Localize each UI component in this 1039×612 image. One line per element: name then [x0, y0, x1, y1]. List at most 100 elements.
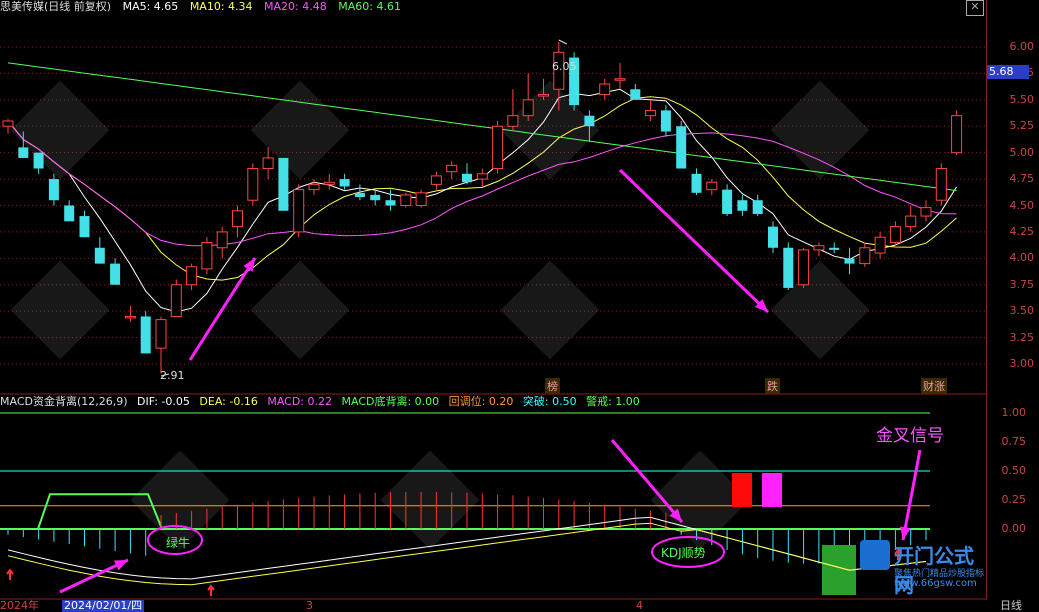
candle-body — [844, 258, 855, 264]
price-tick: 3.00 — [1009, 357, 1035, 370]
watermark-diamond — [770, 80, 870, 180]
tag-bang[interactable]: 榜 — [545, 378, 560, 394]
tag-die[interactable]: 跌 — [765, 378, 780, 394]
candle-body — [370, 194, 381, 201]
macd-tick: 0.50 — [1001, 464, 1027, 477]
watermark-diamond — [10, 80, 110, 180]
candle-body — [79, 216, 90, 238]
candle-body — [752, 200, 763, 214]
candle-body — [33, 152, 44, 169]
price-tick: 5.00 — [1009, 145, 1035, 159]
candle-body — [522, 99, 534, 117]
candle-body — [400, 194, 412, 207]
tag-caizhang[interactable]: 财涨 — [921, 378, 947, 394]
divergence-label: MACD底背离: 0.00 — [341, 395, 440, 408]
candle-body — [64, 205, 75, 222]
candle-body — [94, 247, 105, 264]
macd-tick: 0.00 — [1001, 522, 1027, 535]
green-cow-label: 绿牛 — [166, 536, 191, 550]
candle-body — [476, 173, 488, 180]
candle-body — [492, 125, 504, 170]
macd-name[interactable]: MACD资金背离(12,26,9) — [0, 395, 128, 408]
candle-body — [507, 115, 519, 127]
candle-body — [446, 164, 458, 173]
watermark-diamond — [250, 260, 350, 360]
candle-body — [935, 168, 947, 201]
signal-block-magenta — [762, 473, 782, 507]
candle-body — [354, 192, 365, 198]
price-tick: 3.25 — [1009, 330, 1035, 344]
candle-body — [323, 181, 335, 185]
watermark-diamond — [10, 260, 110, 360]
candle-body — [293, 189, 305, 233]
candle-body — [415, 192, 427, 207]
macd-header: MACD资金背离(12,26,9) DIF: -0.05 DEA: -0.16 … — [0, 395, 986, 409]
candle-body — [278, 157, 289, 211]
high-marker — [558, 39, 568, 45]
price-tick: 4.00 — [1009, 251, 1035, 265]
price-tick: 4.50 — [1009, 198, 1035, 212]
date-march: 3 — [306, 599, 313, 612]
date-year: 2024年 — [0, 599, 39, 612]
candle-body — [124, 315, 136, 319]
candle-body — [920, 207, 932, 217]
period-label[interactable]: 日线 — [1000, 600, 1022, 612]
candle-body — [339, 179, 350, 187]
chart-canvas[interactable] — [0, 0, 986, 600]
candle-body — [110, 263, 121, 285]
macd-value-label: MACD: 0.22 — [267, 395, 332, 408]
macd-tick: 0.75 — [1001, 435, 1027, 448]
kdj-label: KDJ顺势 — [661, 546, 706, 560]
price-tick: 4.75 — [1009, 172, 1035, 186]
candle-body — [155, 319, 167, 349]
price-tick: 4.25 — [1009, 224, 1035, 238]
macd-tick: 0.25 — [1001, 493, 1027, 506]
annotation-arrow-line — [901, 449, 922, 541]
candle-body — [706, 181, 718, 191]
candle-body — [170, 284, 182, 317]
candle-body — [232, 210, 243, 228]
candle-body — [385, 200, 396, 206]
candle-body — [2, 120, 14, 127]
candle-body — [538, 94, 549, 97]
golden-cross-label: 金叉信号 — [876, 426, 944, 446]
candle-body — [308, 183, 320, 191]
buy-arrow-icon — [6, 568, 14, 580]
candle-body — [737, 200, 748, 211]
macd-tick: 1.00 — [1001, 406, 1027, 419]
candle-body — [676, 126, 687, 169]
warning-label: 警戒: 1.00 — [586, 395, 640, 408]
pullback-label: 回调位: 0.20 — [448, 395, 514, 408]
candle-body — [140, 316, 151, 354]
dif-label: DIF: -0.05 — [137, 395, 190, 408]
price-tick: 3.75 — [1009, 277, 1035, 291]
candle-body — [430, 175, 442, 185]
candle-body — [813, 245, 825, 251]
breakout-label: 突破: 0.50 — [522, 395, 577, 408]
candle-body — [584, 115, 595, 127]
annotation-arrow-line — [188, 257, 257, 361]
date-selected[interactable]: 2024/02/01/四 — [62, 600, 145, 612]
price-axis: 6.005.755.505.255.004.754.504.254.003.75… — [986, 0, 1039, 600]
candle-body — [722, 189, 733, 214]
arrow-head-icon — [900, 526, 911, 540]
price-tick: 5.50 — [1009, 92, 1035, 106]
watermark-diamond — [500, 260, 600, 360]
dea-label: DEA: -0.16 — [199, 395, 258, 408]
candle-body — [599, 83, 611, 96]
candle-body — [859, 247, 871, 265]
candle-body — [645, 109, 657, 117]
signal-block-red — [732, 473, 752, 507]
candle-body — [630, 89, 641, 100]
price-tick: 3.50 — [1009, 304, 1035, 318]
candle-body — [201, 241, 213, 270]
watermark-diamond — [380, 450, 480, 550]
candle-body — [614, 78, 626, 81]
candle-body — [768, 226, 778, 248]
candle-body — [660, 110, 671, 132]
price-tick: 5.25 — [1009, 119, 1035, 133]
candle-body — [262, 157, 274, 170]
candle-body — [691, 173, 702, 193]
candle-body — [889, 226, 901, 243]
candle-body — [216, 231, 228, 249]
